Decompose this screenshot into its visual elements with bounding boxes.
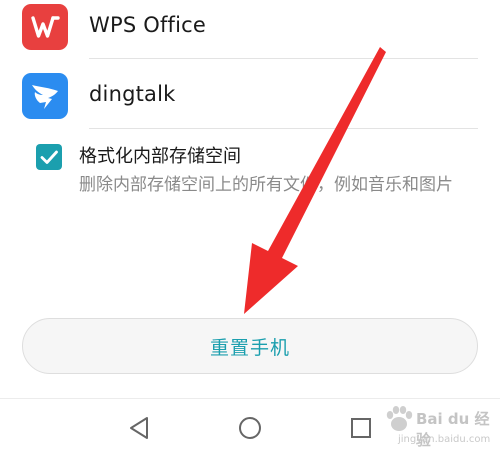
option-description: 删除内部存储空间上的所有文件，例如音乐和图片 [79,175,453,195]
option-title: 格式化内部存储空间 [79,146,241,167]
watermark-sub-text: jingyan.baidu.com [398,434,491,445]
app-name-wps-office: WPS Office [89,13,207,37]
reset-phone-button[interactable]: 重置手机 [22,318,478,374]
dingtalk-icon [22,73,68,119]
recent-square-icon[interactable] [344,411,378,445]
format-storage-option[interactable]: 格式化内部存储空间 删除内部存储空间上的所有文件，例如音乐和图片 [0,140,500,230]
app-divider [89,128,478,129]
factory-reset-screen: WPS Office dingtalk 格式化内部存储空间 删除内部存储空间上的… [0,0,500,456]
format-storage-checkbox[interactable] [36,144,62,170]
wps-office-icon [22,4,68,50]
back-triangle-icon[interactable] [123,411,157,445]
app-divider [89,58,478,59]
app-row-wps-office: WPS Office [0,0,500,59]
app-row-dingtalk: dingtalk [0,64,500,128]
app-name-dingtalk: dingtalk [89,82,176,106]
home-circle-icon[interactable] [233,411,267,445]
baidu-jingyan-watermark: Bai du 经验 jingyan.baidu.com [382,404,496,452]
baidu-paw-icon [386,406,413,431]
